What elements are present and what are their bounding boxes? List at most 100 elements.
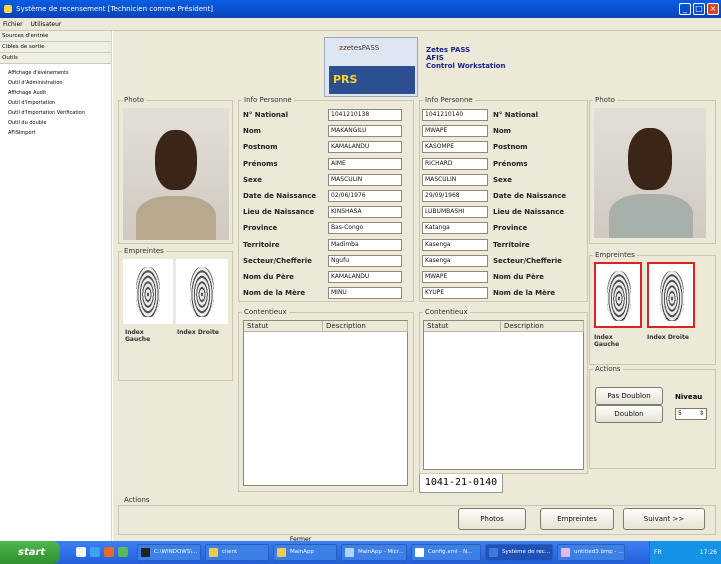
left-field-value[interactable]: 02/06/1976 — [328, 190, 402, 202]
left-field-value[interactable]: KINSHASA — [328, 206, 402, 219]
left-col-statut[interactable]: Statut — [244, 321, 323, 332]
minimize-button[interactable]: _ — [679, 3, 691, 15]
task-mainapp-micr[interactable]: MainApp - Micr... — [341, 544, 407, 561]
right-field-label: Territoire — [493, 240, 530, 249]
task-systeme[interactable]: Système de rec... — [485, 544, 553, 561]
system-tray: FR 17:26 — [649, 541, 721, 564]
app-icon — [4, 5, 12, 13]
right-field-value[interactable]: LUBUMBASHI — [422, 206, 488, 219]
left-field-value[interactable]: Bas-Congo — [328, 222, 402, 235]
right-index-droite-print — [647, 262, 695, 328]
logo-text: zzetesPASS — [339, 44, 380, 52]
right-field-label: Lieu de Naissance — [493, 208, 565, 217]
maximize-button[interactable]: □ — [693, 3, 705, 15]
left-field-value[interactable]: KAMALANDU — [328, 141, 402, 154]
right-field-value[interactable]: KYUPE — [422, 287, 488, 300]
right-index-gauche-print — [594, 262, 642, 328]
left-person-photo — [123, 108, 229, 240]
media-icon[interactable] — [104, 547, 114, 557]
nav-item-afisimport[interactable]: AFISImport — [0, 128, 111, 138]
empreintes-button[interactable]: Empreintes — [540, 508, 614, 530]
right-field-label: Nom de la Mère — [493, 289, 556, 298]
record-tab[interactable]: 1041-21-0140 — [419, 474, 503, 493]
brand-line-1: Zetes PASS — [426, 46, 471, 54]
nav-sources[interactable]: Sources d'entrée — [0, 31, 111, 42]
left-field-label: Nom du Père — [243, 273, 294, 281]
right-field-value[interactable]: 29/09/1968 — [422, 190, 488, 202]
right-field-label: Nom du Père — [493, 273, 544, 281]
nav-outils[interactable]: Outils — [0, 53, 111, 64]
right-field-value[interactable]: KASOMPE — [422, 141, 488, 154]
right-photo-label: Photo — [593, 96, 617, 104]
photos-button[interactable]: Photos — [458, 508, 526, 530]
task-untitled3[interactable]: untitled3.bmp - ... — [557, 544, 625, 561]
menu-utilisateur[interactable]: Utilisateur — [31, 21, 62, 28]
left-field-value[interactable]: Madimba — [328, 238, 402, 251]
right-info-label: Info Personne — [423, 96, 475, 104]
close-button[interactable]: × — [707, 3, 719, 15]
suivant-button[interactable]: Suivant >> — [623, 508, 705, 530]
right-contentieux-table[interactable]: Statut Description — [423, 320, 584, 470]
app-quick-icon[interactable] — [118, 547, 128, 557]
left-field-value[interactable]: 1041210138 — [328, 109, 402, 121]
right-field-value[interactable]: Katanga — [422, 222, 488, 235]
left-field-value[interactable]: MAKANGILU — [328, 125, 402, 138]
right-field-label: Nom — [493, 127, 511, 136]
left-contentieux-table[interactable]: Statut Description — [243, 320, 408, 486]
brand-line-2: AFIS — [426, 54, 444, 62]
title-bar: Système de recensement [Technicien comme… — [0, 0, 721, 18]
nav-item-importation[interactable]: Outil d'Importation — [0, 98, 111, 108]
window-title: Système de recensement [Technicien comme… — [16, 5, 213, 13]
left-field-label: Province — [243, 224, 278, 233]
left-field-value[interactable]: MASCULIN — [328, 173, 402, 186]
task-mainapp[interactable]: MainApp — [273, 544, 337, 561]
left-field-label: Lieu de Naissance — [243, 208, 315, 217]
start-button[interactable]: start — [0, 541, 60, 564]
pas-doublon-button[interactable]: Pas Doublon — [595, 387, 663, 405]
lang-indicator[interactable]: FR — [654, 541, 662, 564]
right-col-statut[interactable]: Statut — [424, 321, 501, 332]
prs-logo: PRS — [329, 66, 415, 94]
task-client[interactable]: client — [205, 544, 269, 561]
spinner-arrows-icon[interactable]: ⇕ — [699, 409, 704, 419]
actions-panel-label: Actions — [593, 365, 623, 373]
right-field-value[interactable]: Kasenga — [422, 238, 488, 251]
left-index-droite-print — [176, 259, 228, 324]
task-cmd[interactable]: C:\WINDOWS\... — [137, 544, 201, 561]
right-field-label: N° National — [493, 111, 539, 119]
right-col-description[interactable]: Description — [501, 321, 584, 332]
nav-item-administration[interactable]: Outil d'Administration — [0, 78, 111, 88]
right-field-label: Secteur/Chefferie — [493, 256, 562, 265]
left-field-value[interactable]: Ngufu — [328, 254, 402, 267]
left-field-label: Territoire — [243, 240, 280, 249]
left-field-label: Sexe — [243, 175, 263, 184]
right-field-label: Date de Naissance — [493, 192, 567, 200]
left-info-label: Info Personne — [242, 96, 294, 104]
nav-cibles[interactable]: Cibles de sortie — [0, 42, 111, 53]
nav-item-import-verification[interactable]: Outil d'Importation Vérification — [0, 108, 111, 118]
left-field-value[interactable]: MINU — [328, 287, 402, 300]
left-field-label: Prénoms — [243, 159, 278, 168]
right-field-value[interactable]: Kasenga — [422, 254, 488, 267]
nav-item-evenements[interactable]: Affichage d'événements — [0, 68, 111, 78]
right-field-value[interactable]: RICHARD — [422, 157, 488, 170]
nav-item-double[interactable]: Outil du double — [0, 118, 111, 128]
nav-item-audit[interactable]: Affichage Audit — [0, 88, 111, 98]
right-field-value[interactable]: MWAPE — [422, 271, 488, 283]
menu-fichier[interactable]: Fichier — [3, 21, 23, 28]
right-field-value[interactable]: 1041210140 — [422, 109, 488, 121]
left-field-label: Nom — [243, 127, 261, 136]
main-panel: zzetesPASS PRS Zetes PASS AFIS Control W… — [113, 31, 721, 541]
ie-icon[interactable] — [90, 547, 100, 557]
left-field-label: N° National — [243, 111, 289, 119]
task-config[interactable]: Config.xml - N... — [411, 544, 481, 561]
niveau-spinner[interactable]: 5 ⇕ — [675, 408, 707, 420]
left-field-value[interactable]: AIME — [328, 157, 402, 170]
left-field-value[interactable]: KAMALANDU — [328, 271, 402, 283]
right-field-value[interactable]: MWAPE — [422, 125, 488, 138]
left-col-description[interactable]: Description — [323, 321, 408, 332]
doublon-button[interactable]: Doublon — [595, 405, 663, 423]
brand-line-3: Control Workstation — [426, 62, 506, 70]
right-field-value[interactable]: MASCULIN — [422, 173, 488, 186]
desktop-icon[interactable] — [76, 547, 86, 557]
